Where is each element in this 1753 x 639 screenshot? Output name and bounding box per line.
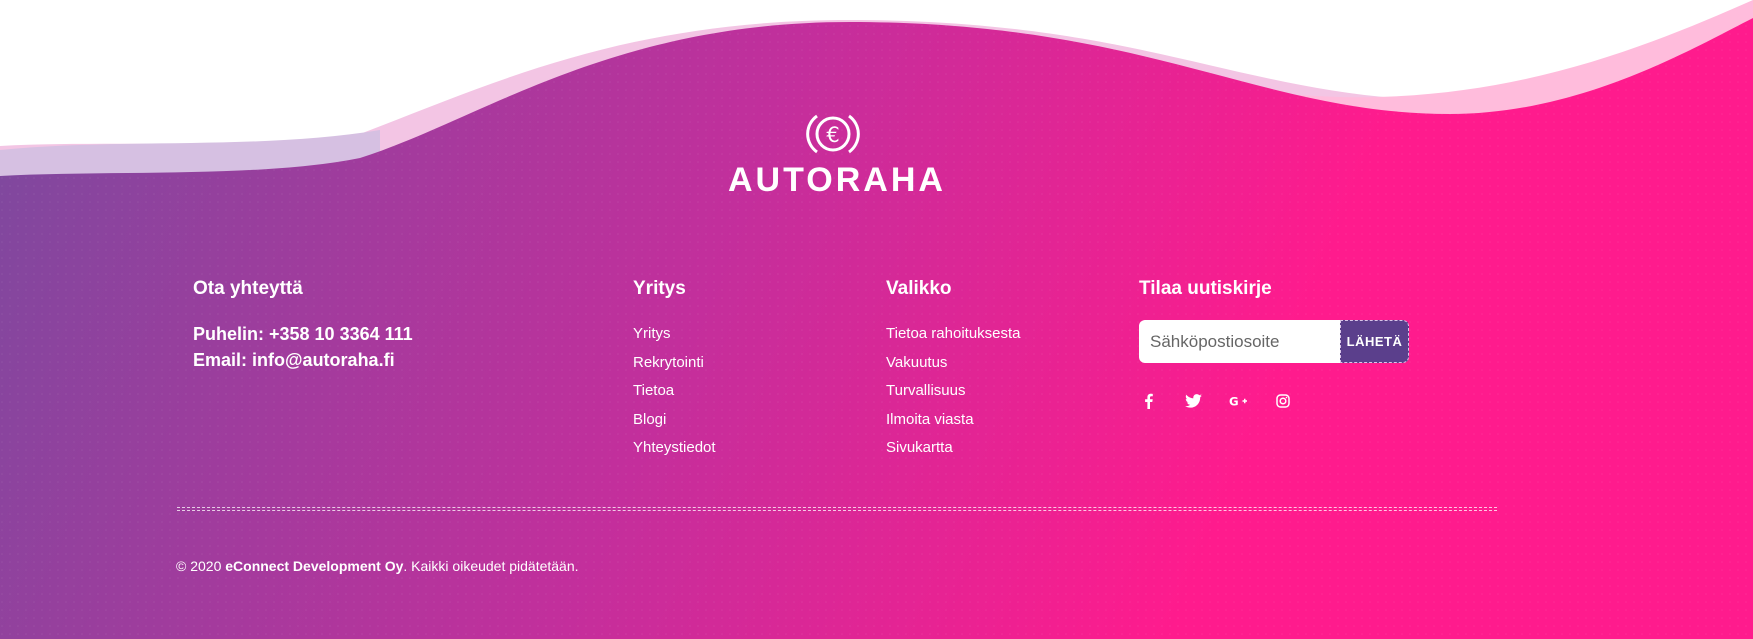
svg-text:€: € [826, 123, 839, 147]
menu-link-vakuutus[interactable]: Vakuutus [886, 354, 947, 371]
company-link-yritys[interactable]: Yritys [633, 325, 671, 342]
email-address[interactable]: Email: info@autoraha.fi [193, 347, 413, 373]
company-link-rekrytointi[interactable]: Rekrytointi [633, 354, 704, 371]
company-heading: Yritys [633, 278, 686, 299]
footer-divider [177, 507, 1497, 511]
company-links-section: Yritys Yritys Rekrytointi Tietoa Blogi Y… [633, 278, 716, 463]
svg-text:G: G [1229, 395, 1239, 409]
newsletter-email-input[interactable] [1139, 320, 1340, 363]
menu-links-section: Valikko Tietoa rahoituksesta Vakuutus Tu… [886, 278, 1021, 463]
newsletter-form: LÄHETÄ [1139, 320, 1409, 363]
company-link-yhteystiedot[interactable]: Yhteystiedot [633, 439, 716, 456]
social-links: G [1139, 392, 1409, 410]
company-links: Yritys Rekrytointi Tietoa Blogi Yhteysti… [633, 320, 716, 463]
menu-link-ilmoita-viasta[interactable]: Ilmoita viasta [886, 411, 974, 428]
menu-link-sivukartta[interactable]: Sivukartta [886, 439, 953, 456]
company-link-tietoa[interactable]: Tietoa [633, 382, 674, 399]
brand-logo[interactable]: € AUTORAHA [728, 112, 946, 199]
copyright-text: © 2020 eConnect Development Oy. Kaikki o… [176, 557, 579, 575]
newsletter-submit-button[interactable]: LÄHETÄ [1340, 320, 1409, 363]
copyright-rights: . Kaikki oikeudet pidätetään. [403, 558, 579, 574]
menu-link-turvallisuus[interactable]: Turvallisuus [886, 382, 965, 399]
newsletter-section: Tilaa uutiskirje LÄHETÄ G [1139, 278, 1409, 410]
company-link-blogi[interactable]: Blogi [633, 411, 666, 428]
contact-section: Ota yhteyttä Puhelin: +358 10 3364 111 E… [193, 278, 413, 373]
brand-name: AUTORAHA [728, 161, 946, 199]
euro-coin-icon: € [806, 114, 860, 154]
copyright-company[interactable]: eConnect Development Oy [225, 558, 403, 574]
google-plus-icon[interactable]: G [1229, 392, 1247, 410]
newsletter-heading: Tilaa uutiskirje [1139, 278, 1272, 299]
phone-number[interactable]: Puhelin: +358 10 3364 111 [193, 321, 413, 347]
copyright-prefix: © 2020 [176, 558, 226, 574]
menu-links: Tietoa rahoituksesta Vakuutus Turvallisu… [886, 320, 1021, 463]
menu-link-rahoitus[interactable]: Tietoa rahoituksesta [886, 325, 1021, 342]
twitter-icon[interactable] [1184, 392, 1202, 410]
menu-heading: Valikko [886, 278, 952, 299]
instagram-icon[interactable] [1274, 392, 1292, 410]
facebook-icon[interactable] [1139, 392, 1157, 410]
contact-heading: Ota yhteyttä [193, 278, 303, 299]
